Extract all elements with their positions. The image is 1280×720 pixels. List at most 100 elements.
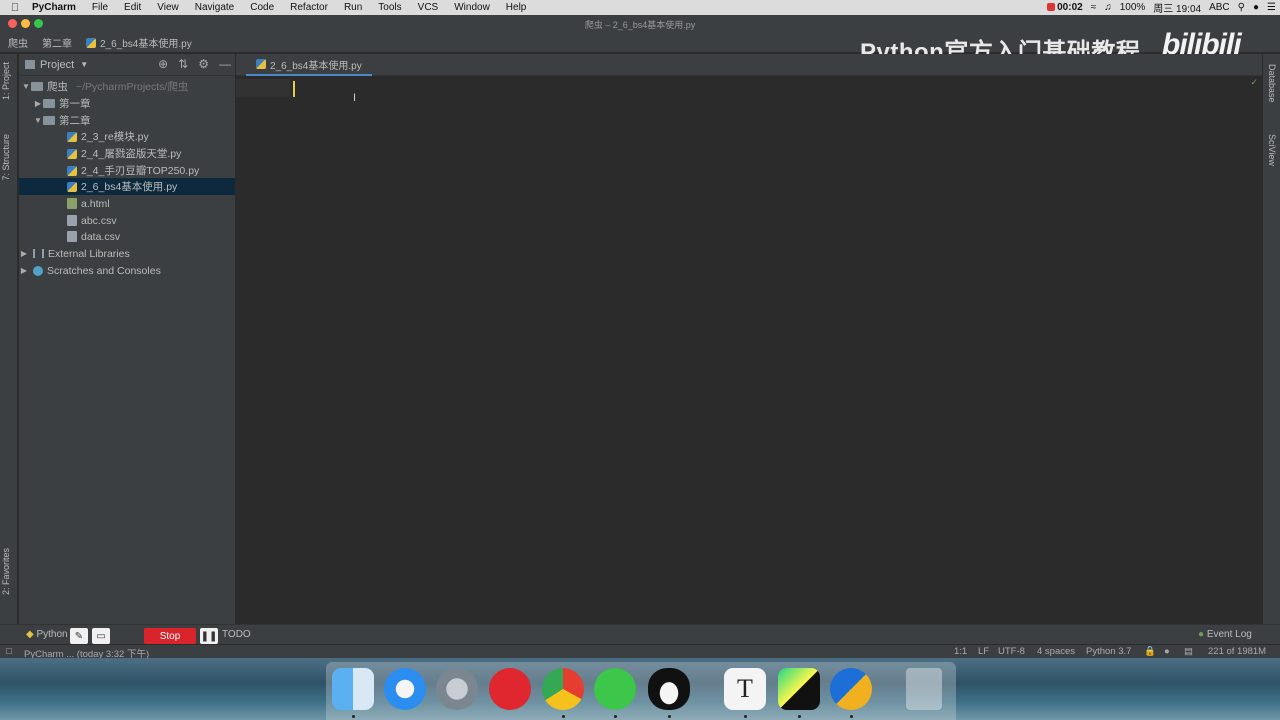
menu-vcs[interactable]: VCS	[410, 2, 447, 13]
csv-file-icon	[67, 215, 77, 226]
folder-icon	[31, 82, 43, 91]
menu-app-name[interactable]: PyCharm	[30, 2, 84, 13]
menu-tools[interactable]: Tools	[370, 2, 409, 13]
chevron-down-icon[interactable]: ▼	[80, 60, 88, 69]
tree-item-label: 2_4_屠戮盗版天堂.py	[81, 148, 182, 160]
menu-edit[interactable]: Edit	[116, 2, 149, 13]
notification-center-icon[interactable]: ☰	[1263, 2, 1280, 13]
expanded-arrow-icon[interactable]: ▼	[21, 82, 31, 91]
annotate-pen-icon[interactable]: ✎	[70, 628, 88, 644]
inspection-icon[interactable]: ●	[1164, 646, 1170, 657]
code-editor[interactable]: I ✓	[236, 77, 1262, 624]
tree-item-file[interactable]: abc.csv	[19, 212, 235, 229]
python-file-icon	[67, 148, 77, 159]
tree-item-external-libraries[interactable]: ▶ External Libraries	[19, 245, 235, 262]
menu-help[interactable]: Help	[498, 2, 535, 13]
collapse-all-icon[interactable]: ⇅	[178, 57, 188, 71]
hide-panel-icon[interactable]: —	[219, 57, 231, 71]
folder-icon	[43, 116, 55, 125]
tool-tab-sciview[interactable]: SciView	[1267, 134, 1277, 166]
spotlight-icon[interactable]: ⚲	[1234, 2, 1249, 13]
tool-tab-database[interactable]: Database	[1267, 64, 1277, 103]
menu-code[interactable]: Code	[242, 2, 282, 13]
tree-item-root[interactable]: ▼ 爬虫 ~/PycharmProjects/爬虫	[19, 78, 235, 95]
tree-item-label: 2_6_bs4基本使用.py	[81, 181, 178, 193]
menu-run[interactable]: Run	[336, 2, 370, 13]
menubar-clock[interactable]: 周三 19:04	[1149, 0, 1205, 15]
finder-icon[interactable]	[332, 668, 374, 710]
input-method[interactable]: ABC	[1205, 2, 1234, 13]
event-log-icon: ●	[1198, 629, 1205, 640]
tree-item-label: 2_4_手刃豆瓣TOP250.py	[81, 165, 200, 177]
tool-tab-structure[interactable]: 7: Structure	[1, 134, 11, 181]
trash-bin-icon[interactable]	[906, 668, 942, 710]
caret-position[interactable]: 1:1	[954, 646, 967, 657]
launchpad-icon[interactable]	[436, 668, 478, 710]
user-icon[interactable]: ●	[1249, 2, 1263, 13]
wifi-icon[interactable]: ≈	[1087, 2, 1101, 13]
netease-music-icon[interactable]	[489, 668, 531, 710]
tool-window-todo[interactable]: TODO	[222, 629, 251, 640]
status-toggle-icon[interactable]: □	[6, 646, 12, 657]
camera-frame-icon[interactable]: ▭	[92, 628, 110, 644]
collapsed-arrow-icon[interactable]: ▶	[19, 266, 29, 275]
record-icon	[1047, 3, 1056, 11]
menu-view[interactable]: View	[149, 2, 187, 13]
locate-target-icon[interactable]: ⊕	[158, 57, 168, 71]
gear-icon[interactable]: ⚙	[198, 57, 209, 71]
lock-icon[interactable]: 🔒	[1144, 646, 1156, 657]
pycharm-icon[interactable]	[778, 668, 820, 710]
tree-item-file[interactable]: 2_3_re模块.py	[19, 128, 235, 145]
memory-indicator[interactable]: 221 of 1981M	[1208, 646, 1266, 657]
project-view-selector[interactable]: Project	[40, 59, 74, 71]
battery-level[interactable]: 100%	[1116, 2, 1150, 13]
running-indicator	[850, 715, 853, 718]
tree-item-file[interactable]: data.csv	[19, 228, 235, 245]
collapsed-arrow-icon[interactable]: ▶	[19, 249, 29, 258]
python-interpreter[interactable]: Python 3.7	[1086, 646, 1131, 657]
breadcrumb-project[interactable]: 爬虫	[8, 35, 28, 50]
breadcrumb-folder[interactable]: 第二章	[42, 35, 72, 50]
wechat-icon[interactable]	[594, 668, 636, 710]
tree-item-chapter2[interactable]: ▼ 第二章	[19, 112, 235, 129]
tree-item-file-selected[interactable]: 2_6_bs4基本使用.py	[19, 178, 235, 195]
inspection-ok-icon[interactable]: ✓	[1250, 77, 1258, 88]
status-bar: □ PyCharm ... (today 3:32 下午) 1:1 LF UTF…	[0, 644, 1280, 660]
file-encoding[interactable]: UTF-8	[998, 646, 1025, 657]
expanded-arrow-icon[interactable]: ▼	[33, 116, 43, 125]
stop-recording-button[interactable]: Stop	[144, 628, 196, 644]
tool-tab-project[interactable]: 1: Project	[1, 62, 11, 100]
tree-item-file[interactable]: 2_4_屠戮盗版天堂.py	[19, 145, 235, 162]
menu-navigate[interactable]: Navigate	[187, 2, 242, 13]
project-view-icon	[25, 60, 35, 69]
tool-window-event-log[interactable]: ● Event Log	[1198, 629, 1252, 640]
collapsed-arrow-icon[interactable]: ▶	[33, 99, 43, 108]
chrome-icon[interactable]	[542, 668, 584, 710]
recording-indicator[interactable]: 00:02	[1043, 2, 1087, 13]
indent-setting[interactable]: 4 spaces	[1037, 646, 1075, 657]
qq-icon[interactable]	[648, 668, 690, 710]
editor-tab-bar: 2_6_bs4基本使用.py	[236, 54, 1262, 76]
scratches-icon	[33, 265, 43, 276]
tool-window-python-console[interactable]: ◆ Python	[26, 629, 68, 640]
tree-item-file[interactable]: a.html	[19, 195, 235, 212]
editor-tab-active[interactable]: 2_6_bs4基本使用.py	[246, 54, 372, 76]
line-separator[interactable]: LF	[978, 646, 989, 657]
thunder-icon[interactable]	[830, 668, 872, 710]
breadcrumb-file-wrap[interactable]: 2_6_bs4基本使用.py	[86, 35, 206, 50]
safari-icon[interactable]	[384, 668, 426, 710]
menu-file[interactable]: File	[84, 2, 116, 13]
tree-item-chapter1[interactable]: ▶ 第一章	[19, 95, 235, 112]
pause-icon[interactable]: ❚❚	[200, 628, 218, 644]
tool-tab-favorites[interactable]: 2: Favorites	[1, 548, 11, 595]
volume-icon[interactable]: ♫	[1100, 2, 1116, 13]
trash-icon[interactable]: ▤	[1184, 646, 1193, 657]
typora-icon[interactable]: T	[724, 668, 766, 710]
menu-window[interactable]: Window	[446, 2, 498, 13]
tree-item-scratches[interactable]: ▶ Scratches and Consoles	[19, 262, 235, 279]
tree-item-label: data.csv	[81, 230, 121, 243]
menu-refactor[interactable]: Refactor	[282, 2, 336, 13]
apple-icon[interactable]: 	[0, 2, 30, 14]
tree-item-file[interactable]: 2_4_手刃豆瓣TOP250.py	[19, 162, 235, 179]
breadcrumb-file: 2_6_bs4基本使用.py	[100, 39, 192, 50]
